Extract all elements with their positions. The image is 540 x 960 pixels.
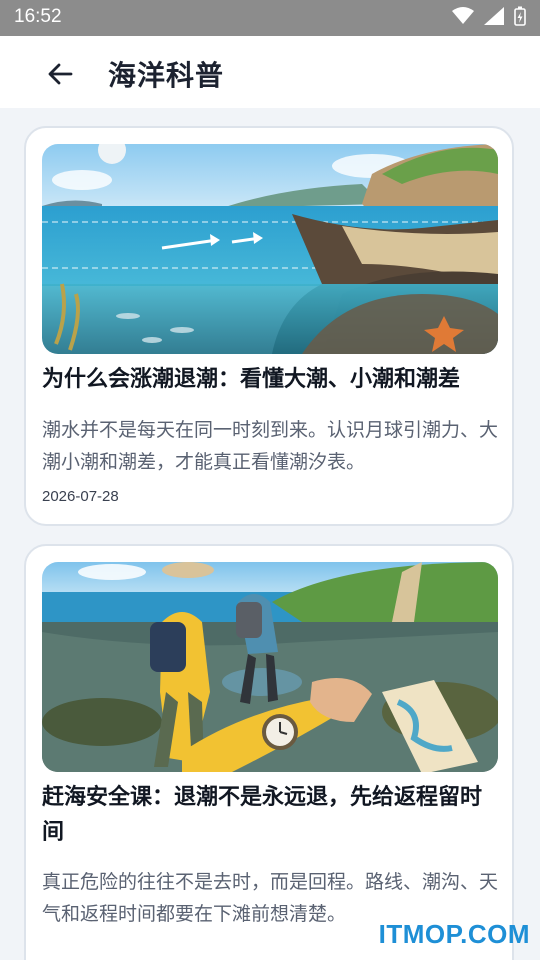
article-list[interactable]: 为什么会涨潮退潮：看懂大潮、小潮和潮差 潮水并不是每天在同一时刻到来。认识月球引… <box>0 108 540 960</box>
status-bar: 16:52 <box>0 0 540 36</box>
article-title: 赶海安全课：退潮不是永远退，先给返程留时间 <box>42 785 483 845</box>
status-icons <box>452 6 526 26</box>
app-bar: 海洋科普 <box>0 36 540 108</box>
article-description: 潮水并不是每天在同一时刻到来。认识月球引潮力、大潮小潮和潮差，才能真正看懂潮汐表… <box>42 419 499 473</box>
article-card[interactable]: 赶海安全课：退潮不是永远退，先给返程留时间 真正危险的往往不是去时，而是回程。路… <box>24 544 514 960</box>
status-time: 16:52 <box>14 6 62 27</box>
article-title: 为什么会涨潮退潮：看懂大潮、小潮和潮差 <box>42 367 461 392</box>
article-image <box>42 144 498 354</box>
back-button[interactable] <box>40 54 80 94</box>
battery-icon <box>514 6 526 26</box>
article-image <box>42 562 498 772</box>
article-date: 2026-07-28 <box>42 488 119 505</box>
arrow-left-icon <box>48 63 73 85</box>
watermark: ITMOP.COM <box>378 919 530 949</box>
article-card[interactable]: 为什么会涨潮退潮：看懂大潮、小潮和潮差 潮水并不是每天在同一时刻到来。认识月球引… <box>24 126 514 526</box>
signal-icon <box>484 7 504 25</box>
page-title: 海洋科普 <box>108 59 225 92</box>
wifi-icon <box>452 7 474 24</box>
